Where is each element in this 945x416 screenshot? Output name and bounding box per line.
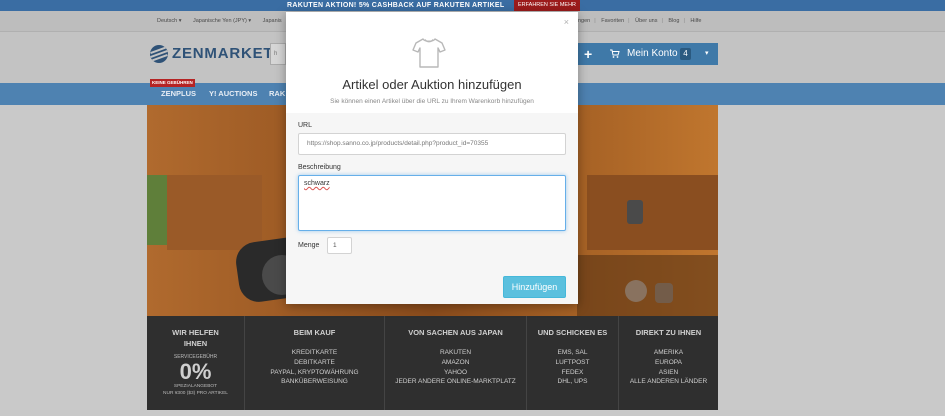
cart-icon[interactable]	[610, 49, 620, 59]
footer-item: DEBITKARTE	[294, 358, 335, 366]
util-link-favorites[interactable]: Favoriten	[601, 18, 624, 24]
footer-item: BANKÜBERWEISUNG	[281, 378, 348, 386]
util-link-help[interactable]: Hilfe	[690, 18, 701, 24]
footer-col-sources: VON SACHEN AUS JAPAN RAKUTEN AMAZON YAHO…	[384, 316, 526, 410]
footer-item: ASIEN	[658, 368, 679, 376]
add-to-cart-button[interactable]: Hinzufügen	[503, 276, 566, 298]
footer-heading: BEIM KAUF	[293, 328, 336, 337]
footer-col-destinations: DIREKT ZU IHNEN AMERIKA EUROPA ASIEN ALL…	[618, 316, 718, 410]
footer-item: PAYPAL, KRYPTOWÄHRUNG	[270, 368, 359, 376]
util-link-blog[interactable]: Blog	[668, 18, 679, 24]
description-textarea[interactable]: schwarz	[298, 175, 566, 231]
special-offer-label: SPEZIALANGEBOT	[173, 384, 218, 389]
util-link-about[interactable]: Über uns	[635, 18, 657, 24]
logo-globe-icon	[150, 45, 168, 63]
footer-col-help: WIR HELFEN IHNEN SERVICEGEBÜHR 0% SPEZIA…	[147, 316, 244, 410]
footer-item: KREDITKARTE	[291, 349, 338, 356]
footer-item: EMS, SAL	[557, 349, 588, 356]
footer-heading: DIREKT ZU IHNEN	[635, 328, 702, 337]
nav-item-rakuten[interactable]: RAK	[269, 83, 285, 105]
nav-item-zenplus[interactable]: ZENPLUS	[161, 83, 196, 105]
account-bar: + Mein Konto 4 ▾	[578, 43, 718, 65]
footer-item: AMAZON	[441, 358, 470, 366]
footer-item: YAHOO	[444, 368, 467, 376]
currency-selector[interactable]: Japanische Yen (JPY) ▾	[193, 18, 251, 24]
footer-item: FEDEX	[561, 368, 584, 376]
language-selector[interactable]: Deutsch ▾	[157, 18, 181, 24]
footer: WIR HELFEN IHNEN SERVICEGEBÜHR 0% SPEZIA…	[147, 316, 718, 410]
special-offer-price: NUR ¥300 ($3) PRO ARTIKEL	[163, 391, 228, 396]
footer-item: EUROPA	[655, 358, 682, 366]
footer-heading: VON SACHEN AUS JAPAN	[408, 328, 503, 337]
add-item-button[interactable]: +	[584, 43, 596, 65]
footer-item: JEDER ANDERE ONLINE-MARKTPLATZ	[395, 378, 516, 386]
url-input[interactable]: https://shop.sanno.co.jp/products/detail…	[298, 133, 566, 155]
footer-item: AMERIKA	[653, 349, 684, 356]
logo-text: ZENMARKET	[172, 45, 274, 62]
footer-col-shipping: UND SCHICKEN ES EMS, SAL LUFTPOST FEDEX …	[526, 316, 618, 410]
close-icon[interactable]: ×	[564, 17, 569, 27]
quantity-label: Menge	[298, 242, 320, 249]
promo-text: RAKUTEN AKTION! 5% CASHBACK AUF RAKUTEN …	[287, 2, 505, 9]
footer-item: LUFTPOST	[555, 358, 590, 366]
util-link-truncated[interactable]: ngen	[578, 18, 590, 24]
add-item-modal: × Artikel oder Auktion hinzufügen Sie kö…	[286, 12, 578, 304]
footer-heading: WIR HELFEN IHNEN	[172, 328, 219, 348]
footer-heading: UND SCHICKEN ES	[537, 328, 608, 337]
account-dropdown-toggle[interactable]: ▾	[705, 43, 709, 65]
footer-col-payment: BEIM KAUF KREDITKARTE DEBITKARTE PAYPAL,…	[244, 316, 384, 410]
quantity-input[interactable]: 1	[327, 237, 352, 254]
modal-subtitle: Sie können einen Artikel über die URL zu…	[330, 98, 534, 105]
search-input[interactable]: h	[270, 43, 286, 65]
secondary-selector[interactable]: Japanis	[263, 18, 282, 24]
my-account-button[interactable]: Mein Konto	[627, 43, 678, 65]
footer-item: RAKUTEN	[439, 349, 472, 356]
footer-item: ALLE ANDEREN LÄNDER	[629, 378, 708, 386]
promo-learn-more-button[interactable]: ERFAHREN SIE MEHR	[514, 0, 580, 11]
service-fee-value: 0%	[179, 359, 212, 384]
nav-item-yahoo-auctions[interactable]: Y! AUCTIONS	[209, 83, 257, 105]
modal-title: Artikel oder Auktion hinzufügen	[342, 77, 522, 92]
tshirt-icon	[412, 38, 446, 68]
promo-bar: RAKUTEN AKTION! 5% CASHBACK AUF RAKUTEN …	[0, 0, 945, 11]
url-label: URL	[298, 122, 313, 129]
cart-count-badge: 4	[680, 48, 691, 60]
description-label: Beschreibung	[298, 164, 341, 171]
footer-item: DHL, UPS	[557, 378, 588, 386]
